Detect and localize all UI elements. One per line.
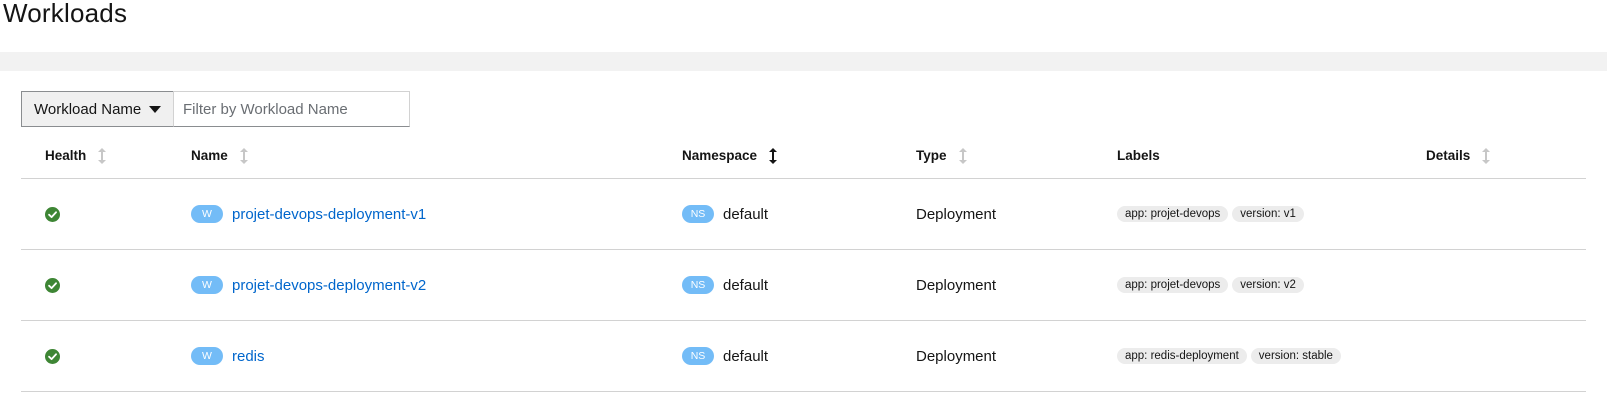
namespace-cell: NS default — [682, 250, 768, 320]
table-row: W projet-devops-deployment-v1 NS default… — [21, 179, 1586, 250]
column-header-label: Type — [916, 148, 947, 163]
caret-down-icon — [149, 105, 162, 113]
workload-link[interactable]: projet-devops-deployment-v2 — [232, 277, 426, 294]
sort-icon — [1482, 147, 1491, 164]
label-chip: app: redis-deployment — [1117, 348, 1247, 364]
column-header-label: Namespace — [682, 148, 758, 163]
check-circle-icon — [45, 277, 60, 293]
column-header-type[interactable]: Type — [916, 133, 967, 178]
filter-type-label: Workload Name — [34, 100, 142, 118]
column-header-health[interactable]: Health — [45, 133, 107, 178]
column-header-label: Labels — [1117, 148, 1160, 163]
label-chip: app: projet-devops — [1117, 277, 1229, 293]
sort-icon — [239, 147, 248, 164]
health-cell — [45, 179, 60, 249]
namespace-cell: NS default — [682, 321, 768, 391]
filter-type-dropdown[interactable]: Workload Name — [21, 91, 173, 127]
type-value: Deployment — [916, 347, 997, 365]
column-header-labels: Labels — [1117, 133, 1160, 178]
page-header: Workloads — [0, 0, 1607, 52]
column-header-details[interactable]: Details — [1426, 133, 1491, 178]
sort-active-icon — [769, 147, 778, 164]
type-cell: Deployment — [916, 321, 996, 391]
label-chip: app: projet-devops — [1117, 206, 1229, 222]
labels-cell: app: projet-devops version: v1 — [1117, 179, 1308, 249]
label-chip: version: v2 — [1232, 277, 1304, 293]
namespace-badge: NS — [682, 205, 714, 223]
check-circle-icon — [45, 348, 60, 364]
namespace-cell: NS default — [682, 179, 768, 249]
labels-cell: app: redis-deployment version: stable — [1117, 321, 1345, 391]
label-chip: version: v1 — [1232, 206, 1304, 222]
namespace-value: default — [723, 347, 769, 365]
label-chip: version: stable — [1250, 348, 1341, 364]
health-cell — [45, 250, 60, 320]
column-header-name[interactable]: Name — [191, 133, 248, 178]
namespace-badge: NS — [682, 276, 714, 294]
type-cell: Deployment — [916, 250, 996, 320]
name-cell: W projet-devops-deployment-v2 — [191, 250, 426, 320]
namespace-badge: NS — [682, 347, 714, 365]
filter-input[interactable] — [173, 91, 410, 127]
table-row: W redis NS default Deployment app: redis… — [21, 321, 1586, 392]
type-cell: Deployment — [916, 179, 996, 249]
sort-icon — [958, 147, 967, 164]
column-header-namespace[interactable]: Namespace — [682, 133, 778, 178]
workload-badge: W — [191, 276, 223, 294]
workloads-panel: Workload Name Health Name Namespace — [0, 71, 1607, 402]
labels-cell: app: projet-devops version: v2 — [1117, 250, 1308, 320]
check-circle-icon — [45, 206, 60, 222]
workloads-table: Health Name Namespace Type Labels Detail… — [21, 133, 1586, 392]
workload-link[interactable]: redis — [232, 348, 265, 365]
namespace-value: default — [723, 205, 769, 223]
name-cell: W projet-devops-deployment-v1 — [191, 179, 426, 249]
workload-badge: W — [191, 205, 223, 223]
filter-toolbar: Workload Name — [21, 91, 410, 127]
type-value: Deployment — [916, 276, 997, 294]
health-cell — [45, 321, 60, 391]
namespace-value: default — [723, 276, 769, 294]
column-header-label: Health — [45, 148, 87, 163]
table-row: W projet-devops-deployment-v2 NS default… — [21, 250, 1586, 321]
name-cell: W redis — [191, 321, 265, 391]
workload-link[interactable]: projet-devops-deployment-v1 — [232, 206, 426, 223]
sort-icon — [98, 147, 107, 164]
workload-badge: W — [191, 347, 223, 365]
page-title: Workloads — [3, 0, 128, 28]
type-value: Deployment — [916, 205, 997, 223]
table-header: Health Name Namespace Type Labels Detail… — [21, 133, 1586, 179]
column-header-label: Details — [1426, 148, 1471, 163]
column-header-label: Name — [191, 148, 228, 163]
